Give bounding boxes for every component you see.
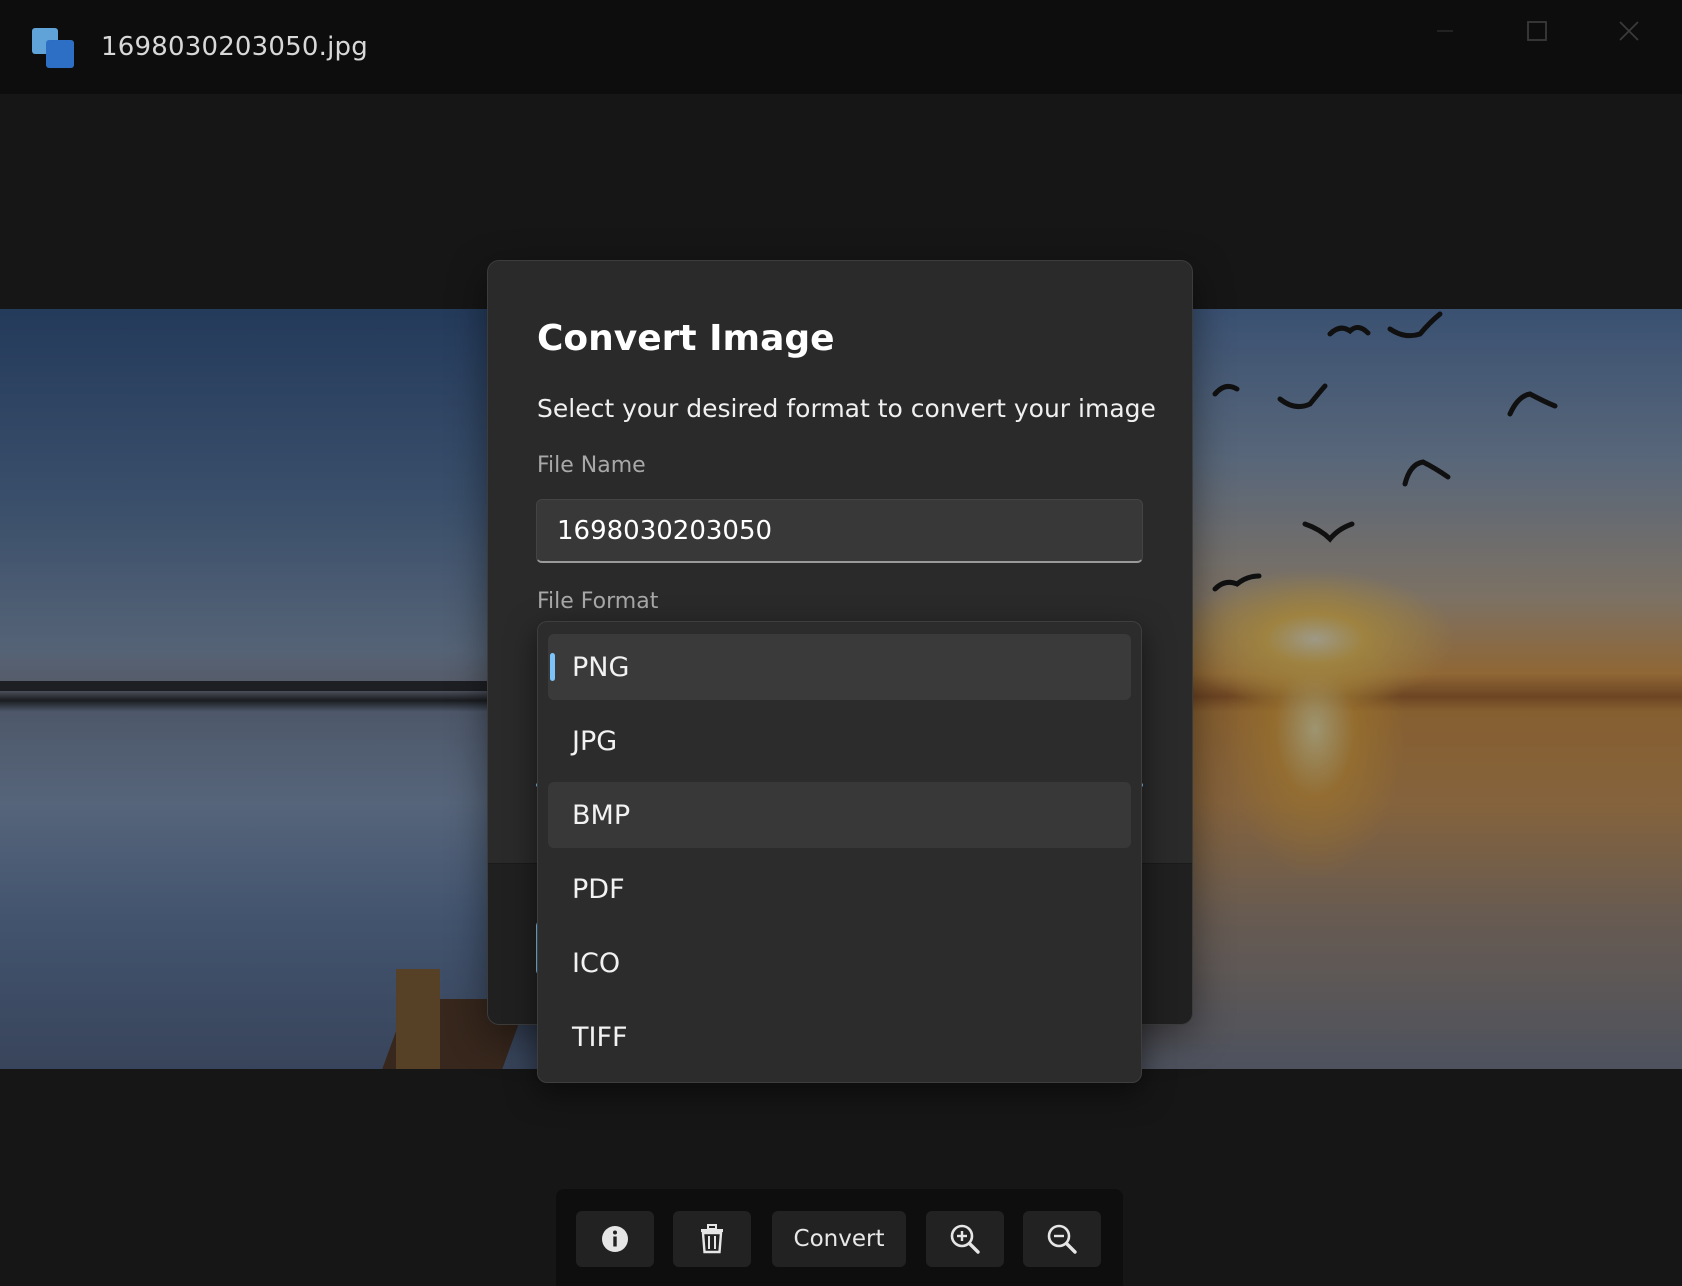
format-option-label: BMP <box>572 799 631 831</box>
zoom-out-icon <box>1047 1224 1077 1254</box>
zoom-in-button[interactable] <box>926 1211 1004 1267</box>
minimize-button[interactable] <box>1400 0 1490 62</box>
format-option-pdf[interactable]: PDF <box>548 856 1131 922</box>
app-icon <box>32 28 74 68</box>
delete-button[interactable] <box>673 1211 751 1267</box>
format-option-label: TIFF <box>572 1021 628 1053</box>
format-option-label: ICO <box>572 947 621 979</box>
info-button[interactable] <box>576 1211 654 1267</box>
title-bar[interactable]: 1698030203050.jpg <box>0 0 1682 94</box>
app-window: 1698030203050.jpg Convert Image Select y… <box>0 0 1682 1286</box>
file-format-label: File Format <box>537 589 659 614</box>
format-option-ico[interactable]: ICO <box>548 930 1131 996</box>
image-toolbar: Convert <box>556 1189 1123 1286</box>
format-option-label: JPG <box>572 725 618 757</box>
format-option-jpg[interactable]: JPG <box>548 708 1131 774</box>
dialog-subtitle: Select your desired format to convert yo… <box>537 394 1156 423</box>
window-title: 1698030203050.jpg <box>101 32 368 62</box>
selection-indicator <box>550 653 555 681</box>
file-format-dropdown[interactable]: PNG JPG BMP PDF ICO TIFF <box>537 621 1142 1083</box>
format-option-tiff[interactable]: TIFF <box>548 1004 1131 1070</box>
maximize-button[interactable] <box>1492 0 1582 62</box>
format-option-bmp[interactable]: BMP <box>548 782 1131 848</box>
zoom-out-button[interactable] <box>1023 1211 1101 1267</box>
format-option-label: PNG <box>572 651 630 683</box>
dialog-title: Convert Image <box>537 318 835 359</box>
convert-button[interactable]: Convert <box>772 1211 906 1267</box>
format-option-png[interactable]: PNG <box>548 634 1131 700</box>
zoom-in-icon <box>950 1224 980 1254</box>
maximize-icon <box>1527 21 1547 41</box>
close-icon <box>1619 21 1639 41</box>
info-icon <box>602 1226 628 1252</box>
format-option-label: PDF <box>572 873 625 905</box>
file-name-label: File Name <box>537 453 646 478</box>
minimize-icon <box>1437 30 1453 32</box>
file-name-input[interactable] <box>536 499 1143 563</box>
trash-icon <box>701 1224 723 1254</box>
close-button[interactable] <box>1584 0 1674 62</box>
